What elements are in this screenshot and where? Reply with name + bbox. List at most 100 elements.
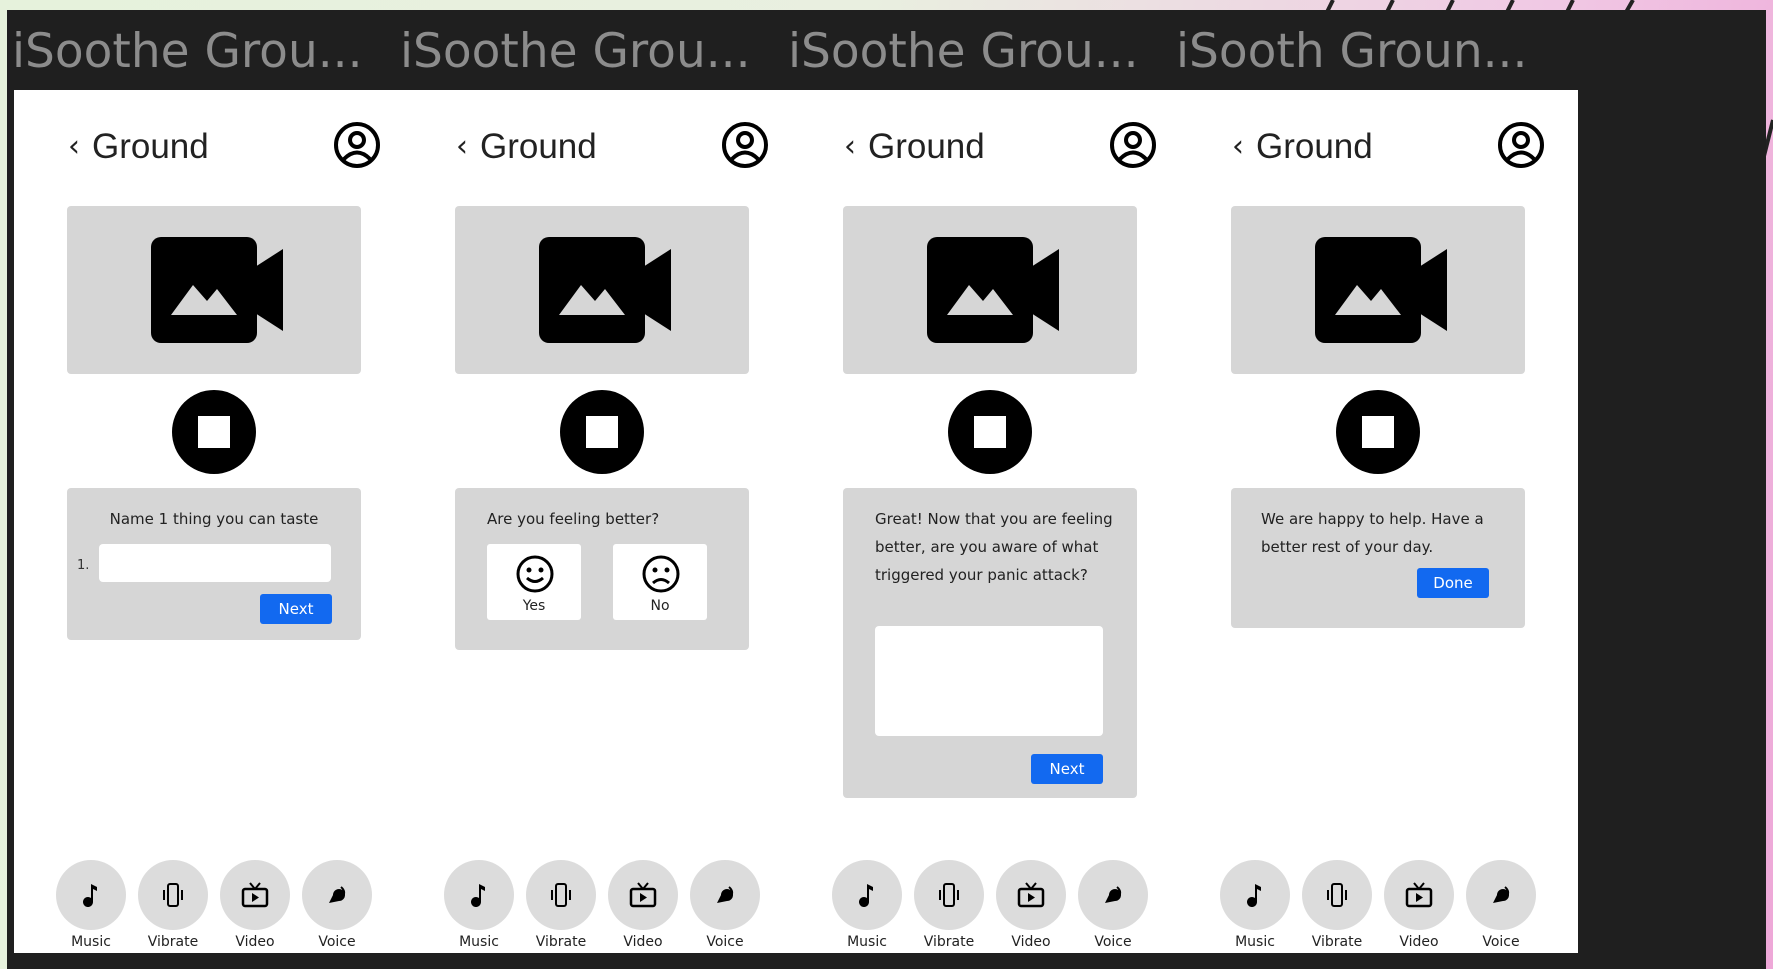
- vibrate-icon: [163, 883, 183, 907]
- media-placeholder: [455, 206, 749, 374]
- phone-screen: ‹ Ground We are happy to help. Have a be…: [1178, 90, 1578, 953]
- music-note-icon: [1247, 884, 1261, 907]
- frame-taste-prompt: iSoothe Grou... ‹ Ground Name 1 thing yo…: [7, 10, 414, 969]
- back-button[interactable]: ‹ Ground: [68, 126, 209, 168]
- frame-title: iSoothe Grou...: [400, 24, 751, 79]
- done-button[interactable]: Done: [1417, 568, 1489, 598]
- media-placeholder: [843, 206, 1137, 374]
- user-circle-icon[interactable]: [1108, 120, 1158, 170]
- user-circle-icon[interactable]: [332, 120, 382, 170]
- media-placeholder: [67, 206, 361, 374]
- no-option[interactable]: No: [613, 544, 707, 620]
- prompt-card: Great! Now that you are feeling better, …: [843, 488, 1137, 798]
- bottom-nav: Music Vibrate Video Voice: [832, 860, 1152, 950]
- yes-label: Yes: [522, 598, 546, 614]
- chevron-left-icon: ‹: [456, 129, 468, 164]
- smile-icon: [516, 555, 554, 593]
- nav-label: Voice: [318, 934, 356, 950]
- prompt-text: We are happy to help. Have a better rest…: [1261, 510, 1484, 556]
- nav-label: Video: [1011, 934, 1051, 950]
- nav-label: Music: [1235, 934, 1275, 950]
- media-placeholder: [1231, 206, 1525, 374]
- vibrate-icon: [551, 883, 571, 907]
- next-button[interactable]: Next: [260, 594, 332, 624]
- bottom-nav: Music Vibrate Video Voice: [444, 860, 764, 950]
- header-title: Ground: [92, 127, 209, 166]
- back-button[interactable]: ‹ Ground: [456, 126, 597, 168]
- stop-icon: [586, 416, 618, 448]
- stop-button[interactable]: [1336, 390, 1420, 474]
- back-button[interactable]: ‹ Ground: [1232, 126, 1373, 168]
- video-image-icon: [927, 237, 1059, 343]
- user-circle-icon[interactable]: [720, 120, 770, 170]
- voice-icon: [329, 886, 346, 903]
- voice-icon: [1105, 886, 1122, 903]
- video-image-icon: [1315, 237, 1447, 343]
- frame-done: iSooth Groun... ‹ Ground We are happy to…: [1171, 10, 1578, 969]
- yes-option[interactable]: Yes: [487, 544, 581, 620]
- nav-label: Vibrate: [535, 934, 587, 950]
- frame-feeling-better: iSoothe Grou... ‹ Ground Are you feeling…: [395, 10, 802, 969]
- nav-label: Video: [235, 934, 275, 950]
- bottom-nav: Music Vibrate Video Voice: [56, 860, 376, 950]
- voice-icon: [1493, 886, 1510, 903]
- nav-label: Music: [459, 934, 499, 950]
- prompt-card: Name 1 thing you can taste 1. Next: [67, 488, 361, 640]
- voice-icon: [717, 886, 734, 903]
- frame-title: iSoothe Grou...: [12, 24, 363, 79]
- field-index: 1.: [77, 558, 90, 573]
- nav-label: Vibrate: [147, 934, 199, 950]
- nav-label: Vibrate: [1311, 934, 1363, 950]
- nav-label: Voice: [706, 934, 744, 950]
- stop-button[interactable]: [172, 390, 256, 474]
- header-title: Ground: [480, 127, 597, 166]
- video-image-icon: [539, 237, 671, 343]
- stop-icon: [198, 416, 230, 448]
- bottom-nav: Music Vibrate Video Voice: [1220, 860, 1540, 950]
- phone-screen: ‹ Ground Name 1 thing you can taste 1. N…: [14, 90, 414, 953]
- nav-label: Vibrate: [923, 934, 975, 950]
- phone-screen: ‹ Ground Great! Now that you are feeling…: [790, 90, 1190, 953]
- tv-play-icon: [1017, 882, 1045, 908]
- tv-play-icon: [1405, 882, 1433, 908]
- user-circle-icon[interactable]: [1496, 120, 1546, 170]
- prompt-card: Are you feeling better? Yes No: [455, 488, 749, 650]
- nav-label: Video: [623, 934, 663, 950]
- answer-input[interactable]: [99, 544, 331, 582]
- frame-trigger-question: iSoothe Grou... ‹ Ground Great! Now that…: [783, 10, 1190, 969]
- back-button[interactable]: ‹ Ground: [844, 126, 985, 168]
- music-note-icon: [859, 884, 873, 907]
- video-image-icon: [151, 237, 283, 343]
- frown-icon: [642, 555, 680, 593]
- frame-title: iSoothe Grou...: [788, 24, 1139, 79]
- nav-label: Music: [847, 934, 887, 950]
- header-title: Ground: [868, 127, 985, 166]
- tv-play-icon: [241, 882, 269, 908]
- vibrate-icon: [939, 883, 959, 907]
- no-label: No: [650, 598, 670, 614]
- prompt-text: Name 1 thing you can taste: [109, 510, 319, 528]
- prompt-card: We are happy to help. Have a better rest…: [1231, 488, 1525, 628]
- prompt-text: Are you feeling better?: [487, 510, 660, 528]
- nav-label: Voice: [1482, 934, 1520, 950]
- music-note-icon: [83, 884, 97, 907]
- stop-button[interactable]: [948, 390, 1032, 474]
- header-title: Ground: [1256, 127, 1373, 166]
- vibrate-icon: [1327, 883, 1347, 907]
- nav-label: Voice: [1094, 934, 1132, 950]
- design-canvas: iSoothe Grou... ‹ Ground Name 1 thing yo…: [7, 10, 1766, 969]
- chevron-left-icon: ‹: [1232, 129, 1244, 164]
- chevron-left-icon: ‹: [68, 129, 80, 164]
- trigger-textarea[interactable]: [875, 626, 1103, 736]
- stop-icon: [974, 416, 1006, 448]
- stop-button[interactable]: [560, 390, 644, 474]
- music-note-icon: [471, 884, 485, 907]
- nav-label: Music: [71, 934, 111, 950]
- chevron-left-icon: ‹: [844, 129, 856, 164]
- stop-icon: [1362, 416, 1394, 448]
- tv-play-icon: [629, 882, 657, 908]
- phone-screen: ‹ Ground Are you feeling better? Yes No …: [402, 90, 802, 953]
- prompt-text: Great! Now that you are feeling better, …: [875, 510, 1113, 584]
- frame-title: iSooth Groun...: [1176, 24, 1528, 79]
- next-button[interactable]: Next: [1031, 754, 1103, 784]
